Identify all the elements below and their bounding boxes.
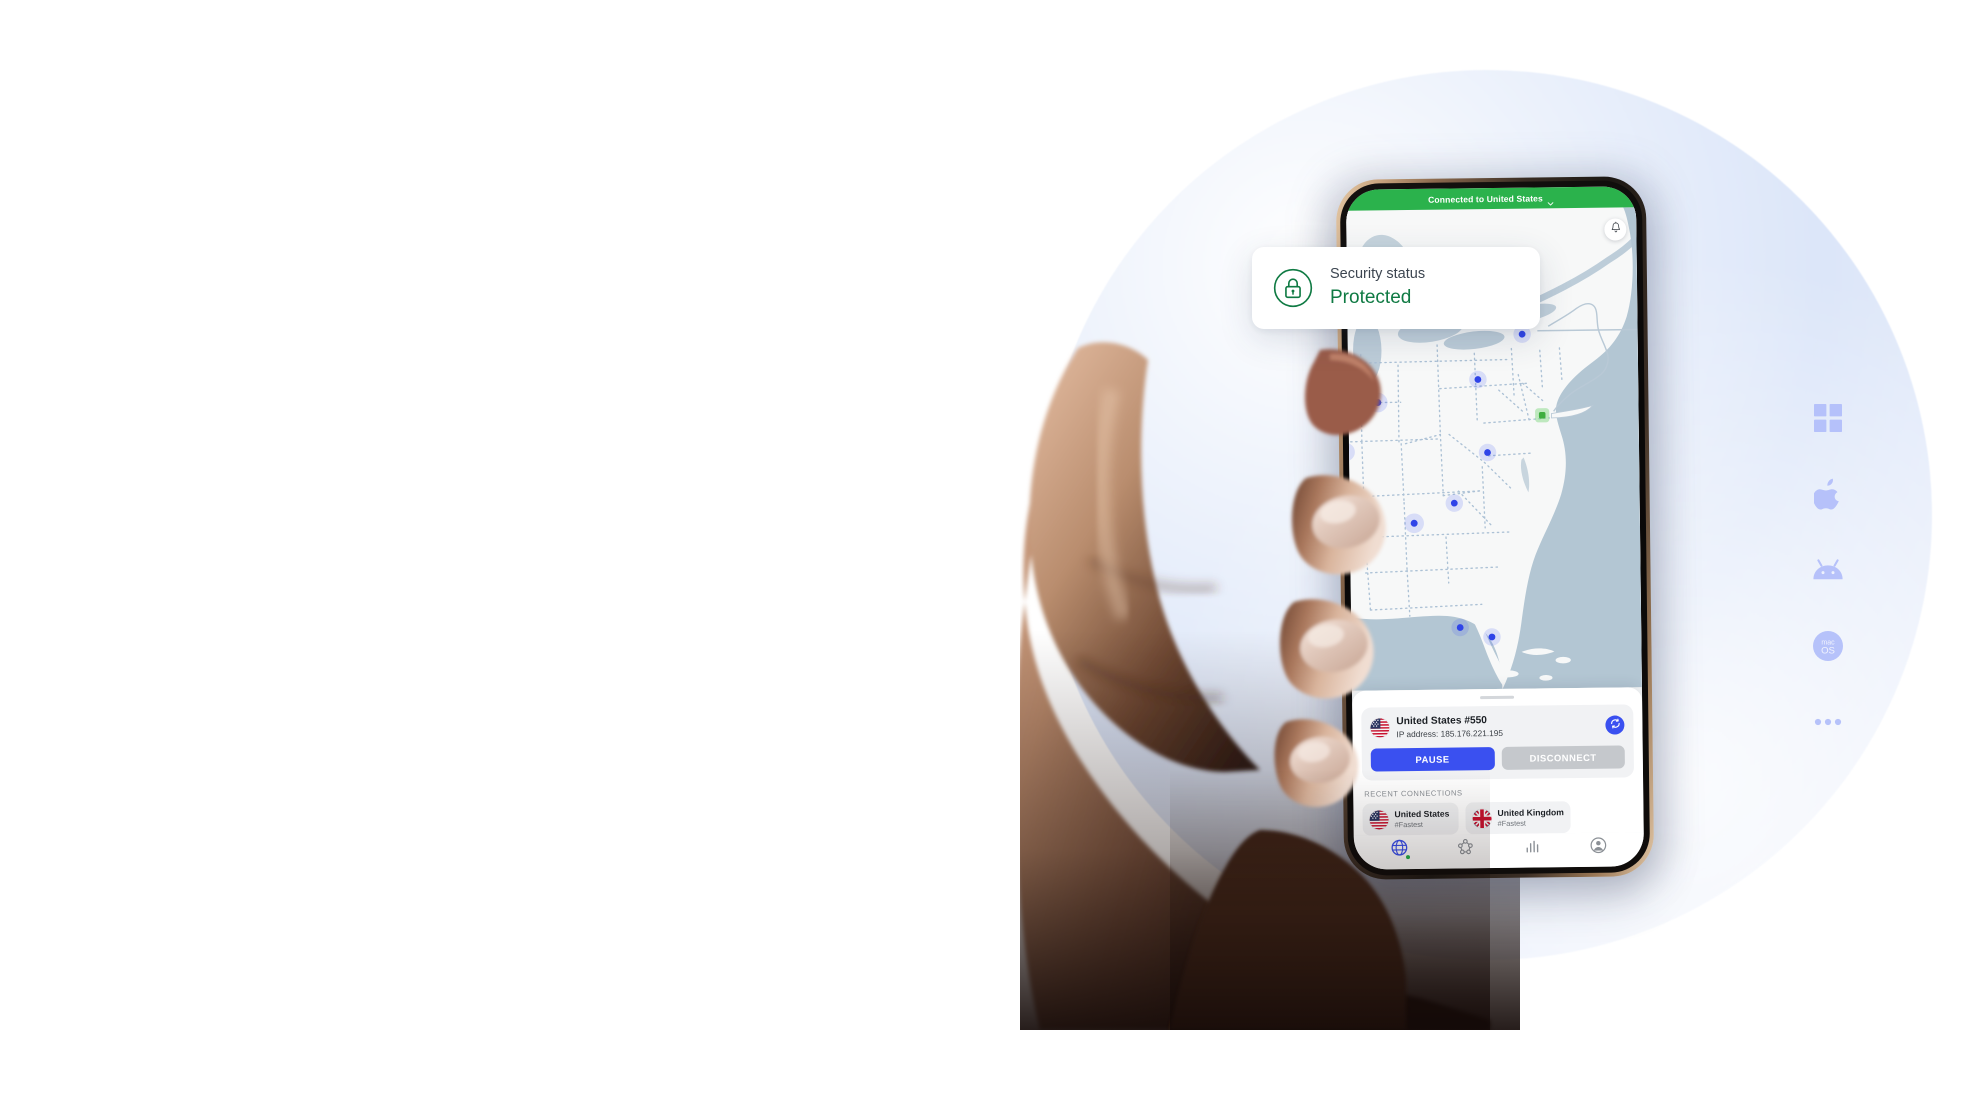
nav-connect[interactable] [1386,837,1412,863]
security-status-text-block: Security status Protected [1330,265,1425,311]
recent-tag: #Fastest [1497,818,1527,828]
recent-name: United States [1394,809,1450,820]
security-status-value: Protected [1330,287,1412,309]
macos-icon: mac OS [1812,630,1844,662]
pause-button[interactable]: PAUSE [1370,747,1495,772]
account-circle-icon [1589,836,1608,860]
ip-value: 185.176.221.195 [1440,727,1503,739]
mesh-network-icon [1456,837,1475,861]
platform-more[interactable] [1808,702,1848,742]
recent-connection-united-states[interactable]: United States #Fastest [1362,802,1459,836]
chevron-down-icon [1547,194,1554,206]
apple-icon [1814,478,1842,510]
notification-bell-button[interactable] [1604,218,1627,241]
us-flag-icon [1370,718,1390,738]
recent-connection-united-kingdom[interactable]: United Kingdom #Fastest [1465,801,1572,835]
platform-windows[interactable] [1808,398,1848,438]
security-status-card: Security status Protected [1252,247,1540,329]
lock-shield-icon [1272,267,1314,309]
refresh-server-button[interactable] [1605,715,1625,735]
active-status-dot [1405,854,1412,861]
active-ip-address: IP address: 185.176.221.195 [1396,726,1598,739]
active-connection-card: United States #550 IP address: 185.176.2… [1361,704,1635,782]
nav-account[interactable] [1586,835,1612,861]
nav-mesh[interactable] [1453,836,1479,862]
windows-icon [1813,403,1843,433]
connected-status-bar[interactable]: Connected to United States [1345,186,1637,211]
sheet-grabber[interactable] [1480,696,1515,700]
bar-chart-icon [1523,836,1542,860]
bottom-sheet: United States #550 IP address: 185.176.2… [1351,687,1644,836]
platform-apple[interactable] [1808,474,1848,514]
connected-status-text: Connected to United States [1428,192,1543,205]
security-status-label: Security status [1330,265,1426,282]
bottom-navigation [1353,832,1645,870]
us-flag-icon [1369,810,1389,830]
hero-illustration: Connected to United States United States… [0,0,1984,1100]
recent-name: United Kingdom [1497,807,1564,819]
uk-flag-icon [1472,808,1492,829]
disconnect-button[interactable]: DISCONNECT [1501,745,1625,771]
platform-android[interactable] [1808,550,1848,590]
recent-tag: #Fastest [1394,819,1424,829]
more-ellipsis-icon [1814,718,1842,726]
refresh-icon [1609,716,1621,734]
ip-label: IP address: [1396,728,1439,739]
nav-stats[interactable] [1519,835,1545,861]
active-server-pin [1535,408,1550,423]
android-icon [1812,559,1844,581]
recent-connections-list: United States #Fastest United Kingdom #F… [1362,801,1634,836]
recent-connections-heading: RECENT CONNECTIONS [1364,788,1463,800]
platform-macos[interactable]: mac OS [1808,626,1848,666]
bell-icon [1610,220,1621,238]
svg-text:OS: OS [1821,645,1835,656]
platform-icon-rail: mac OS [1790,398,1866,742]
